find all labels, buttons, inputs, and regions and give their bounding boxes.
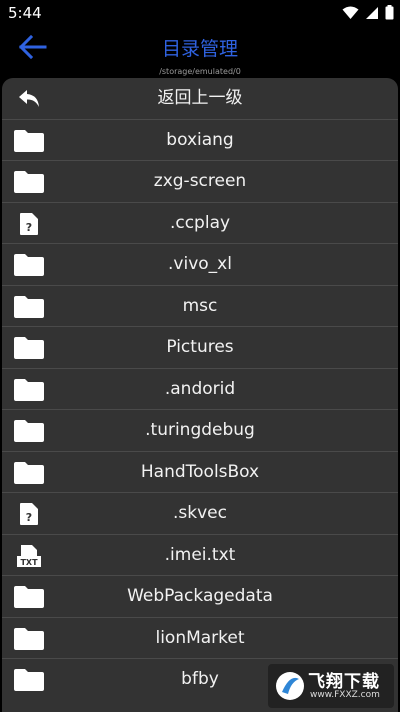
list-item-label: lionMarket xyxy=(155,627,245,648)
app-bar: 目录管理 /storage/emulated/0 xyxy=(0,28,400,78)
list-item-label: .ccplay xyxy=(169,212,231,233)
list-item[interactable]: .vivo_xl xyxy=(2,244,398,286)
list-item-label: zxg-screen xyxy=(153,171,247,191)
list-item-label: msc xyxy=(182,295,218,316)
list-item[interactable]: WebPackagedata xyxy=(2,576,398,618)
screen: 5:44 目录管理 /storage/emulated/0 返回上一级 boxi… xyxy=(0,0,400,712)
list-item[interactable]: ? .ccplay xyxy=(2,203,398,244)
list-item[interactable]: HandToolsBox xyxy=(2,452,398,493)
list-item-label: HandToolsBox xyxy=(140,461,260,482)
list-item[interactable]: msc xyxy=(2,286,398,327)
back-to-parent-row[interactable]: 返回上一级 xyxy=(2,78,398,120)
list-item-label: .skvec xyxy=(173,503,227,523)
list-item-label: .andorid xyxy=(164,378,236,399)
list-item-label: Pictures xyxy=(166,337,234,357)
watermark: 飞翔下载 www.FXXZ.com xyxy=(268,664,394,708)
list-item[interactable]: TXT .imei.txt xyxy=(2,535,398,576)
list-item-label: .turingdebug xyxy=(145,420,255,440)
status-time: 5:44 xyxy=(8,4,42,22)
list-item-label: .imei.txt xyxy=(164,544,236,565)
watermark-url: www.FXXZ.com xyxy=(310,690,380,700)
watermark-text: 飞翔下载 xyxy=(308,672,380,692)
list-item-label: boxiang xyxy=(166,129,234,150)
page-title: 目录管理 xyxy=(161,38,238,60)
list-item[interactable]: ? .skvec xyxy=(2,493,398,535)
battery-icon xyxy=(385,5,394,24)
list-item-label: 返回上一级 xyxy=(157,88,243,108)
status-bar: 5:44 xyxy=(0,0,400,28)
list-item[interactable]: zxg-screen xyxy=(2,161,398,203)
list-item[interactable]: lionMarket xyxy=(2,618,398,659)
wifi-icon xyxy=(342,5,359,24)
status-icons xyxy=(342,5,394,24)
list-item[interactable]: boxiang xyxy=(2,120,398,161)
signal-icon xyxy=(365,5,379,24)
list-item-label: .vivo_xl xyxy=(168,254,232,274)
list-item[interactable]: .andorid xyxy=(2,369,398,410)
list-item-label: WebPackagedata xyxy=(127,586,273,606)
list-item[interactable]: Pictures xyxy=(2,327,398,369)
list-item[interactable]: .turingdebug xyxy=(2,410,398,452)
directory-list: 返回上一级 boxiang zxg-screen ? .ccplay .vivo_xlms… xyxy=(2,78,398,712)
watermark-logo-icon xyxy=(274,670,306,706)
current-path: /storage/emulated/0 xyxy=(159,67,241,76)
